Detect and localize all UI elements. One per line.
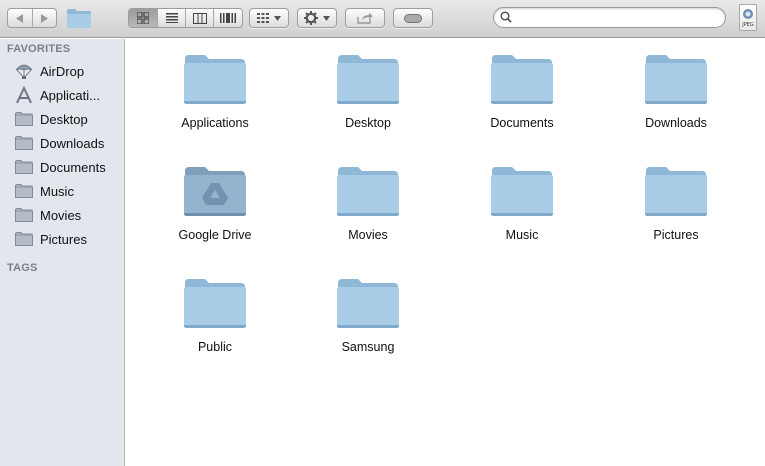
chevron-down-icon	[323, 15, 330, 21]
list-view-icon	[165, 13, 178, 23]
back-button[interactable]	[8, 9, 33, 27]
folder-item[interactable]: Public	[145, 263, 285, 367]
jpeg-file-preview-icon[interactable]: JPEG	[739, 4, 757, 31]
sidebar-item-label: Downloads	[40, 135, 105, 151]
folder-name: Movies	[348, 228, 388, 242]
gear-icon	[304, 11, 318, 25]
folder-item[interactable]: Samsung	[298, 263, 438, 367]
sidebar-item-pictures[interactable]: Pictures	[0, 227, 124, 251]
cover-flow-button[interactable]	[214, 9, 242, 27]
sidebar-item-label: Applicati...	[40, 87, 100, 103]
search-input[interactable]	[516, 10, 716, 25]
folder-item[interactable]: Pictures	[606, 151, 746, 255]
sidebar-item-label: Movies	[40, 207, 82, 223]
folder-item[interactable]: Desktop	[298, 39, 438, 143]
folder-icon	[14, 231, 34, 247]
folder-item[interactable]: Music	[452, 151, 592, 255]
folder-icon	[337, 279, 399, 328]
preview-badge-label: JPEG	[742, 22, 754, 28]
sidebar-item-documents[interactable]: Documents	[0, 155, 124, 179]
sidebar-item-downloads[interactable]: Downloads	[0, 131, 124, 155]
folder-name: Samsung	[341, 340, 395, 354]
folder-name: Desktop	[345, 116, 391, 130]
folder-icon	[14, 183, 34, 199]
sidebar-item-movies[interactable]: Movies	[0, 203, 124, 227]
chevron-down-icon	[274, 15, 281, 21]
folder-icon	[491, 55, 553, 104]
folder-name: Documents	[490, 116, 554, 130]
favorites-header: FAVORITES	[7, 43, 71, 55]
folder-name: Pictures	[653, 228, 699, 242]
applications-icon	[14, 86, 34, 104]
arrange-menu-button[interactable]	[249, 8, 289, 28]
folder-icon	[14, 135, 34, 151]
folder-name: Applications	[181, 116, 249, 130]
folder-icon	[184, 55, 246, 104]
tags-header: TAGS	[7, 262, 38, 274]
folder-item[interactable]: Documents	[452, 39, 592, 143]
path-folder-button[interactable]	[66, 7, 92, 34]
folder-icon	[14, 111, 34, 127]
sidebar: FAVORITES AirDrop Applicati... Desktop D…	[0, 39, 125, 466]
folder-icon	[14, 159, 34, 175]
airdrop-icon	[14, 63, 34, 79]
back-arrow-icon	[15, 13, 23, 23]
preview-app-icon	[743, 9, 753, 19]
folder-name: Downloads	[645, 116, 707, 130]
search-field[interactable]	[493, 7, 726, 28]
folder-name: Public	[197, 340, 233, 354]
file-browser-content: Applications Desktop Documents Downloads	[126, 39, 765, 466]
sidebar-item-airdrop[interactable]: AirDrop	[0, 59, 124, 83]
folder-item[interactable]: Applications	[145, 39, 285, 143]
toolbar: JPEG	[0, 0, 765, 38]
folder-icon	[14, 207, 34, 223]
folder-icon	[645, 167, 707, 216]
sidebar-item-label: Documents	[40, 159, 106, 175]
sidebar-item-label: AirDrop	[40, 63, 85, 79]
folder-icon	[67, 9, 91, 28]
action-menu-button[interactable]	[297, 8, 337, 28]
sidebar-item-desktop[interactable]: Desktop	[0, 107, 124, 131]
column-view-icon	[192, 12, 207, 24]
folder-icon	[645, 55, 707, 104]
icon-view-button[interactable]	[129, 9, 158, 27]
folder-icon	[491, 167, 553, 216]
icon-view-icon	[137, 12, 149, 24]
folder-item[interactable]: Downloads	[606, 39, 746, 143]
google-drive-folder-icon	[184, 167, 246, 216]
forward-arrow-icon	[41, 13, 49, 23]
sidebar-item-music[interactable]: Music	[0, 179, 124, 203]
arrange-grid-icon	[257, 13, 269, 23]
search-icon	[500, 11, 512, 23]
sidebar-item-label: Music	[40, 183, 74, 199]
folder-item[interactable]: Google Drive	[145, 151, 285, 255]
sidebar-item-label: Desktop	[40, 111, 88, 127]
share-button[interactable]	[345, 8, 385, 28]
view-mode-control	[128, 8, 243, 28]
back-forward-control	[7, 8, 57, 28]
folder-name: Google Drive	[178, 228, 252, 242]
forward-button[interactable]	[33, 9, 57, 27]
sidebar-item-applications[interactable]: Applicati...	[0, 83, 124, 107]
folder-icon	[337, 55, 399, 104]
folder-icon	[337, 167, 399, 216]
folder-name: Music	[505, 228, 539, 242]
cover-flow-icon	[220, 13, 236, 23]
sidebar-item-label: Pictures	[40, 231, 87, 247]
share-icon	[357, 12, 373, 24]
folder-icon	[184, 279, 246, 328]
column-view-button[interactable]	[186, 9, 214, 27]
list-view-button[interactable]	[158, 9, 186, 27]
tag-pill-icon	[404, 13, 422, 23]
edit-tags-button[interactable]	[393, 8, 433, 28]
folder-item[interactable]: Movies	[298, 151, 438, 255]
